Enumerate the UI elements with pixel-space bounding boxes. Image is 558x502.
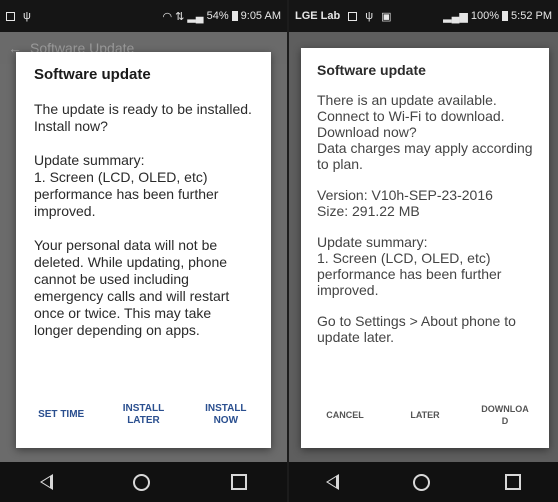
dialog-actions: CANCEL LATER DOWNLOA D <box>301 382 549 448</box>
dialog-message: There is an update available. Connect to… <box>317 92 533 172</box>
data-transfer-icon: ⇅ <box>175 10 185 23</box>
nav-home-icon[interactable] <box>133 473 151 491</box>
battery-icon <box>231 11 238 21</box>
nav-back-icon[interactable] <box>326 474 340 490</box>
right-nav-bar <box>289 462 558 502</box>
cancel-button[interactable]: CANCEL <box>314 409 376 421</box>
dialog-title: Software update <box>317 62 426 78</box>
battery-icon <box>502 11 509 21</box>
usb-icon: ψ <box>23 10 31 22</box>
screenshot-notification-icon <box>6 11 15 21</box>
battery-percent: 100% <box>470 10 500 22</box>
update-summary: Update summary: 1. Screen (LCD, OLED, et… <box>317 234 502 298</box>
wifi-icon: ◠ <box>162 10 173 23</box>
battery-percent: 54% <box>206 10 229 22</box>
nav-recents-icon[interactable] <box>504 474 521 490</box>
dialog-body[interactable]: The update is ready to be installed. Ins… <box>34 101 253 366</box>
dialog-body[interactable]: There is an update available. Connect to… <box>317 92 535 370</box>
nav-recents-icon[interactable] <box>230 474 247 490</box>
left-status-bar: ψ ◠ ⇅ ▂▄ 54% 9:05 AM <box>0 0 287 32</box>
notification-icon <box>348 11 358 21</box>
data-warning: Your personal data will not be deleted. … <box>34 237 230 338</box>
dialog-message: The update is ready to be installed. Ins… <box>34 101 252 134</box>
left-phone-screen: ψ ◠ ⇅ ▂▄ 54% 9:05 AM ← Software Update S… <box>0 0 287 502</box>
download-button[interactable]: DOWNLOA D <box>474 403 536 427</box>
left-nav-bar <box>0 462 287 502</box>
dialog-title: Software update <box>34 66 151 83</box>
version-info: Version: V10h-SEP-23-2016 Size: 291.22 M… <box>317 187 493 219</box>
carrier-name: LGE Lab <box>295 10 341 22</box>
dialog-actions: SET TIME INSTALL LATER INSTALL NOW <box>16 382 271 448</box>
signal-icon: ▂▄▆ <box>443 10 468 23</box>
android-icon: ▣ <box>381 10 392 23</box>
update-summary: Update summary: 1. Screen (LCD, OLED, et… <box>34 152 219 219</box>
clock: 9:05 AM <box>240 10 281 22</box>
right-status-bar: LGE Lab ψ ▣ ▂▄▆ 100% 5:52 PM <box>289 0 558 32</box>
right-phone-screen: LGE Lab ψ ▣ ▂▄▆ 100% 5:52 PM Software up… <box>289 0 558 502</box>
clock: 5:52 PM <box>511 10 552 22</box>
signal-icon: ▂▄ <box>187 10 204 23</box>
later-button[interactable]: LATER <box>394 409 456 421</box>
settings-hint: Go to Settings > About phone to update l… <box>317 313 516 345</box>
install-now-button[interactable]: INSTALL NOW <box>195 403 257 427</box>
download-update-dialog: Software update There is an update avail… <box>301 48 549 448</box>
nav-back-icon[interactable] <box>40 474 54 490</box>
set-time-button[interactable]: SET TIME <box>30 409 92 421</box>
usb-icon: ψ <box>365 10 374 22</box>
install-later-button[interactable]: INSTALL LATER <box>112 403 174 427</box>
install-update-dialog: Software update The update is ready to b… <box>16 52 271 448</box>
nav-home-icon[interactable] <box>413 473 431 491</box>
